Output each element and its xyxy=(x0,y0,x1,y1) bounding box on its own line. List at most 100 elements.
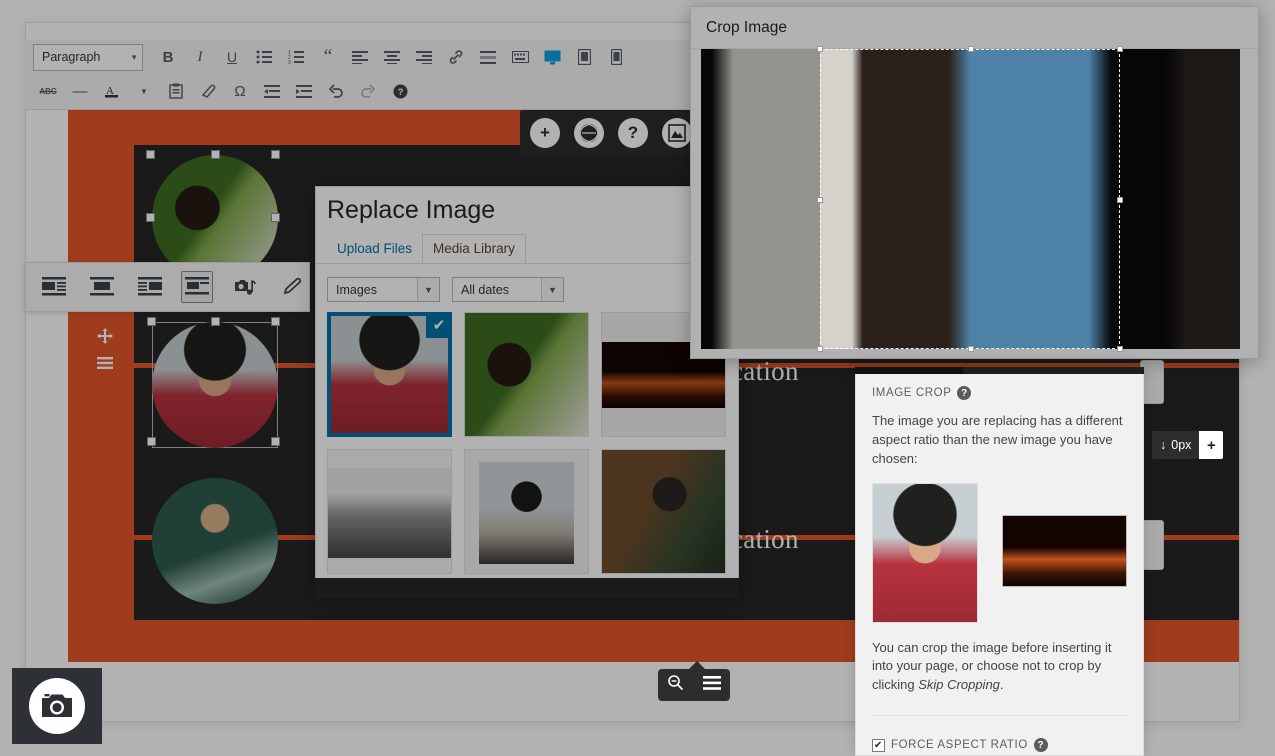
module-drag-rail xyxy=(90,325,120,377)
align-left-icon[interactable] xyxy=(345,42,375,72)
media-item-man-leaves[interactable] xyxy=(464,312,589,437)
spacing-value-group: ↓ 0px xyxy=(1152,438,1199,452)
crop-handle-n[interactable] xyxy=(968,46,974,52)
progress-fill xyxy=(855,367,963,374)
paragraph-style-value: Paragraph xyxy=(42,50,101,64)
resize-handle-ne-2[interactable] xyxy=(271,317,280,326)
paste-as-text-icon[interactable] xyxy=(161,76,191,106)
special-character-icon[interactable]: Ω xyxy=(225,76,255,106)
module-menu-icon[interactable] xyxy=(97,356,113,374)
media-item-city[interactable] xyxy=(327,449,452,574)
media-item-beanie-man[interactable] xyxy=(601,449,726,574)
keyboard-shortcuts-icon[interactable]: ? xyxy=(385,76,415,106)
undo-icon[interactable] xyxy=(321,76,351,106)
resize-handle-nw-2[interactable] xyxy=(147,317,156,326)
align-left-image-button[interactable] xyxy=(38,271,70,303)
chevron-down-icon[interactable]: ▼ xyxy=(129,76,159,106)
add-module-icon[interactable]: + xyxy=(530,117,560,148)
zoom-out-icon[interactable] xyxy=(667,674,684,696)
bulleted-list-icon[interactable] xyxy=(249,42,279,72)
indent-icon[interactable] xyxy=(289,76,319,106)
image-crop-section-label: IMAGE CROP ? xyxy=(872,386,1127,400)
down-arrow-icon: ↓ xyxy=(1160,438,1167,452)
tablet-preview-icon[interactable] xyxy=(569,42,599,72)
media-thumbnail xyxy=(328,468,451,558)
crop-selection-region[interactable] xyxy=(817,46,1123,352)
resize-handle-se-2[interactable] xyxy=(271,437,280,446)
image-crop-settings-panel: IMAGE CROP ? The image you are replacing… xyxy=(855,367,1144,756)
resize-handle-sw-2[interactable] xyxy=(147,437,156,446)
crop-handle-nw[interactable] xyxy=(817,46,823,52)
tab-media-library[interactable]: Media Library xyxy=(422,234,526,263)
camera-badge[interactable] xyxy=(12,668,102,744)
media-thumbnail xyxy=(479,462,574,564)
edit-image-button[interactable] xyxy=(277,271,309,303)
profile-image-woman-hat[interactable] xyxy=(152,322,278,448)
force-aspect-ratio-checkbox[interactable]: ✔ xyxy=(872,738,885,752)
redo-icon[interactable] xyxy=(353,76,383,106)
blockquote-icon[interactable]: “ xyxy=(313,42,343,72)
media-type-filter[interactable]: Images ▼ xyxy=(327,277,440,302)
resize-handle-e[interactable] xyxy=(271,213,280,222)
page-settings-icon[interactable] xyxy=(702,675,721,695)
replace-media-button[interactable] xyxy=(229,271,261,303)
image-align-toolbar xyxy=(25,262,310,312)
keyboard-icon[interactable] xyxy=(505,42,535,72)
crop-handle-w[interactable] xyxy=(817,197,823,203)
read-more-icon[interactable] xyxy=(473,42,503,72)
clear-formatting-icon[interactable] xyxy=(193,76,223,106)
resize-handle-w[interactable] xyxy=(146,213,155,222)
strikethrough-icon[interactable]: ABC xyxy=(33,76,63,106)
spacing-control: ↓ 0px + xyxy=(1152,431,1224,459)
media-modal-footer xyxy=(315,578,739,598)
align-center-icon[interactable] xyxy=(377,42,407,72)
horizontal-rule-icon[interactable]: — xyxy=(65,76,95,106)
align-none-image-button[interactable] xyxy=(181,271,214,303)
help-icon[interactable]: ? xyxy=(1033,738,1048,753)
align-center-image-button[interactable] xyxy=(86,271,118,303)
crop-handle-se[interactable] xyxy=(1117,346,1123,352)
link-icon[interactable] xyxy=(441,42,471,72)
outdent-icon[interactable] xyxy=(257,76,287,106)
svg-text:?: ? xyxy=(397,87,403,98)
replace-image-modal-title: Replace Image xyxy=(327,196,496,224)
bold-icon[interactable]: B xyxy=(153,42,183,72)
force-aspect-ratio-row[interactable]: ✔ FORCE ASPECT RATIO ? xyxy=(872,730,1127,756)
paragraph-style-select[interactable]: Paragraph ▼ xyxy=(33,43,143,71)
global-module-icon[interactable] xyxy=(574,117,604,148)
italic-icon[interactable]: I xyxy=(185,42,215,72)
media-item-beanie-girl[interactable] xyxy=(464,449,589,574)
crop-handle-e[interactable] xyxy=(1117,197,1123,203)
tab-upload-files[interactable]: Upload Files xyxy=(327,235,422,262)
chevron-down-icon: ▼ xyxy=(130,52,138,62)
increase-spacing-button[interactable]: + xyxy=(1199,431,1224,459)
mobile-preview-icon[interactable] xyxy=(601,42,631,72)
crop-handle-s[interactable] xyxy=(968,346,974,352)
resize-handle-ne[interactable] xyxy=(271,150,280,159)
media-item-woman-hat[interactable]: ✔ xyxy=(327,312,452,437)
media-filter-row: Images ▼ All dates ▼ xyxy=(327,277,564,302)
text-color-icon[interactable]: A xyxy=(97,76,127,106)
selected-check-icon[interactable]: ✔ xyxy=(426,313,451,338)
screenshot-root: Paragraph ▼ B I U 123 “ ABC — A ▼ Ω ? ca… xyxy=(0,0,1275,756)
profile-image-necklace[interactable] xyxy=(152,478,278,604)
date-filter-value: All dates xyxy=(461,282,509,297)
crop-handle-sw[interactable] xyxy=(817,346,823,352)
help-icon[interactable]: ? xyxy=(957,386,972,400)
crop-handle-ne[interactable] xyxy=(1117,46,1123,52)
image-module-icon[interactable] xyxy=(662,117,692,148)
numbered-list-icon[interactable]: 123 xyxy=(281,42,311,72)
crop-note-after: . xyxy=(999,677,1004,693)
align-right-image-button[interactable] xyxy=(134,271,166,303)
resize-handle-n-2[interactable] xyxy=(211,317,220,326)
desktop-preview-icon[interactable] xyxy=(537,42,567,72)
underline-icon[interactable]: U xyxy=(217,42,247,72)
chevron-down-icon: ▼ xyxy=(541,278,563,301)
page-tools-pill xyxy=(658,669,730,701)
resize-handle-n[interactable] xyxy=(211,150,220,159)
resize-handle-nw[interactable] xyxy=(146,150,155,159)
move-handle-icon[interactable] xyxy=(97,328,113,349)
help-icon[interactable]: ? xyxy=(618,117,648,148)
date-filter[interactable]: All dates ▼ xyxy=(452,277,564,302)
align-right-icon[interactable] xyxy=(409,42,439,72)
